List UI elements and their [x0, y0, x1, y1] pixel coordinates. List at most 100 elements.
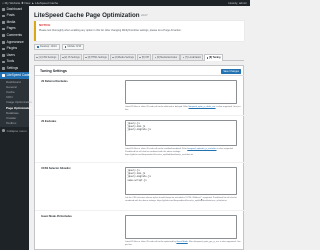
admin-bar-site-link[interactable]: ⌂ My Website ✚ New ▲ LiteSpeed Cache [2, 1, 58, 5]
tab-tuning[interactable]: [8] Tuning [204, 54, 223, 61]
setting-description: Listed JS files or inline JS code will n… [125, 148, 241, 157]
litespeed-submenu: Dashboard General Cache CDN Image Optimi… [0, 78, 32, 128]
tab-icon [139, 56, 142, 59]
description-link[interactable]: Guest Mode [176, 241, 187, 243]
sidebar-item-posts[interactable]: Posts [0, 13, 29, 20]
setting-description: List the CSS selectors whose styles shou… [125, 197, 241, 203]
mobile-score-button[interactable]: Mobile: 8/10 [61, 44, 85, 50]
notice-text: Please test thoroughly when enabling any… [39, 28, 182, 32]
tab-icon [61, 56, 64, 59]
tab-icon [112, 56, 114, 59]
brush-icon [2, 40, 5, 44]
guest-mode-js-excludes-textarea[interactable] [125, 215, 237, 239]
setting-guest-mode-js-excludes: Guest Mode JS Excludes Listed JS files o… [35, 211, 244, 250]
setting-label: JS Deferred Excludes [41, 80, 68, 83]
sidebar-item-label: Plugins [6, 46, 18, 51]
sidebar-item-label: Appearance [6, 39, 24, 44]
tab-icon [154, 56, 157, 59]
setting-label: JS Excludes [41, 120, 57, 123]
tab-vpi[interactable]: [5] VPI [137, 54, 152, 61]
panel-title: Tuning Settings [40, 69, 67, 74]
save-changes-button[interactable]: Save Changes [221, 68, 241, 74]
desktop-score-button[interactable]: Desktop: 10/10 [34, 44, 60, 50]
sidebar-item-pages[interactable]: Pages [0, 26, 29, 33]
js-deferred-excludes-textarea[interactable] [125, 80, 237, 104]
plugin-version: v4.4.7 [141, 13, 148, 17]
tab-icon [85, 56, 87, 59]
setting-ucss-selector-allowlist: UCSS Selector Allowlist jquery.js jquery… [35, 163, 244, 211]
tab-css-settings[interactable]: [1] CSS Settings [34, 54, 59, 61]
setting-js-deferred-excludes: JS Deferred Excludes Listed JS files or … [35, 76, 244, 116]
sidebar-item-dashboard[interactable]: Dashboard [0, 6, 29, 13]
ucss-selector-allowlist-textarea[interactable]: jquery.js jquery.min.js jquery-migrate.j… [125, 167, 237, 195]
description-text: Listed JS files or inline JS code will n… [125, 241, 177, 243]
description-link[interactable]: litespeed_optm_js_defer_exc [189, 106, 216, 108]
setting-description: Listed JS files or inline JS code will n… [125, 241, 241, 247]
tab-html-settings[interactable]: [3] HTML Settings [82, 54, 110, 61]
page-title: LiteSpeed Cache Page Optimization v4.4.7 [34, 12, 148, 19]
tab-label: [8] Tuning [209, 56, 221, 60]
settings-icon [2, 67, 5, 70]
tab-label: [5] VPI [141, 56, 149, 60]
sidebar-item-label: LiteSpeed Cache [6, 72, 32, 77]
tuning-settings-panel: Tuning Settings Save Changes JS Deferred… [34, 65, 244, 250]
admin-bar-site: ⌂ My Website [2, 1, 21, 5]
tab-icon [206, 56, 209, 59]
setting-label: Guest Mode JS Excludes [41, 215, 72, 218]
sidebar-item-media[interactable]: Media [0, 19, 29, 26]
sidebar-item-comments[interactable]: Comments [0, 32, 29, 39]
tab-media-excludes[interactable]: [6] Media Excludes [152, 54, 180, 61]
score-row: Desktop: 10/10 Mobile: 8/10 [34, 44, 85, 50]
mobile-icon [64, 45, 67, 48]
sidebar-item-label: Media [6, 19, 16, 24]
user-icon [2, 54, 5, 57]
plug-icon [2, 47, 5, 51]
description-text: List the CSS selectors whose styles shou… [125, 197, 202, 199]
admin-sidebar: Dashboard Posts Media Pages Comments App… [0, 6, 32, 250]
tab-label: [2] JS Settings [64, 56, 80, 60]
collapse-menu-button[interactable]: Collapse menu [0, 127, 29, 134]
page-title-text: LiteSpeed Cache Page Optimization [34, 12, 140, 19]
settings-tabs: [1] CSS Settings [2] JS Settings [3] HTM… [34, 54, 244, 61]
tab-label: [6] Media Excludes [156, 56, 178, 60]
sidebar-item-label: Pages [6, 26, 16, 31]
sidebar-item-label: Posts [6, 13, 15, 18]
collapse-icon [2, 129, 5, 132]
tab-media-settings[interactable]: [4] Media Settings [109, 54, 137, 61]
comment-icon [2, 34, 5, 37]
tab-localization[interactable]: [7] Localization [180, 54, 204, 61]
sidebar-item-litespeed-cache[interactable]: LiteSpeed Cache [0, 71, 32, 79]
tab-label: [7] Localization [185, 56, 202, 60]
sidebar-item-settings[interactable]: Settings [0, 65, 29, 72]
page-icon [2, 27, 5, 31]
dashboard-icon [2, 8, 5, 11]
setting-js-excludes: JS Excludes jquery.js jquery.min.js jque… [35, 116, 244, 163]
tab-label: [3] HTML Settings [87, 56, 107, 60]
desktop-icon [37, 45, 39, 48]
tab-label: [4] Media Settings [114, 56, 134, 60]
media-icon [2, 21, 5, 24]
collapse-label: Collapse menu [6, 128, 27, 133]
admin-bar: ⌂ My Website ✚ New ▲ LiteSpeed Cache How… [0, 0, 250, 6]
submenu-item-toolbox[interactable]: Toolbox [0, 121, 29, 126]
tab-icon [182, 56, 185, 59]
notice-title: NOTICE [39, 23, 51, 28]
sidebar-item-plugins[interactable]: Plugins [0, 46, 29, 53]
sidebar-item-label: Comments [6, 33, 23, 38]
sidebar-item-tools[interactable]: Tools [0, 59, 29, 66]
sidebar-item-label: Tools [6, 59, 15, 64]
sidebar-item-appearance[interactable]: Appearance [0, 39, 29, 46]
admin-bar-account[interactable]: Howdy, admin [228, 1, 247, 5]
tab-js-settings[interactable]: [2] JS Settings [59, 54, 83, 61]
wrench-icon [2, 60, 5, 64]
sidebar-item-label: Settings [6, 66, 19, 71]
sidebar-item-label: Dashboard [6, 6, 23, 11]
sidebar-item-users[interactable]: Users [0, 52, 29, 59]
panel-header: Tuning Settings Save Changes [35, 66, 244, 76]
desktop-score-label: Desktop: 10/10 [39, 45, 57, 49]
description-link[interactable]: litespeed_optimize_js_excludes [187, 148, 216, 150]
setting-label: UCSS Selector Allowlist [41, 167, 71, 170]
litespeed-icon [2, 73, 5, 77]
js-excludes-textarea[interactable]: jquery.js jquery.min.js jquery-migrate.j… [125, 120, 237, 146]
admin-bar-items: ✚ New ▲ LiteSpeed Cache [21, 1, 59, 5]
